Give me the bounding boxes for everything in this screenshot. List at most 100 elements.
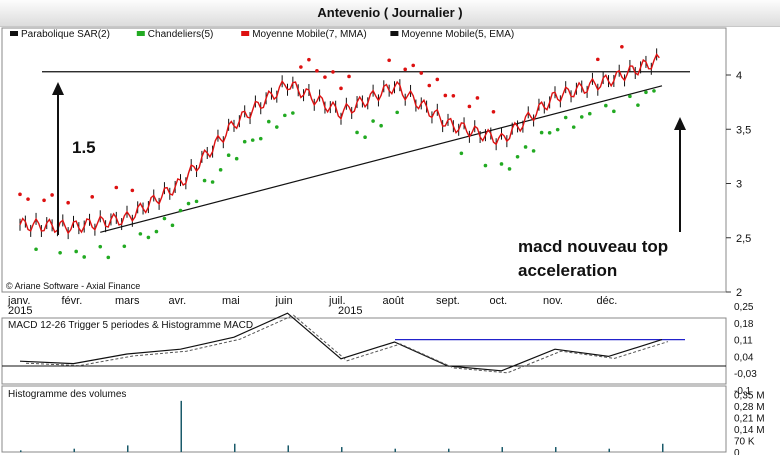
volume-bar bbox=[555, 447, 557, 452]
volume-tick-label: 0,28 M bbox=[734, 402, 765, 413]
volume-bar bbox=[448, 448, 450, 452]
chandelier-dot bbox=[202, 178, 207, 183]
sar-dot bbox=[26, 197, 30, 201]
chandelier-dot bbox=[612, 109, 616, 114]
legend-label: Moyenne Mobile(5, EMA) bbox=[401, 29, 514, 40]
x-tick-label: avr. bbox=[169, 295, 187, 307]
y-tick-label: 3 bbox=[736, 179, 742, 191]
chandelier-dot bbox=[555, 127, 560, 132]
chandelier-dot bbox=[186, 201, 191, 206]
volume-label: Histogramme des volumes bbox=[8, 389, 126, 400]
legend-swatch bbox=[10, 31, 18, 36]
sar-dot bbox=[339, 86, 343, 91]
chandelier-dot bbox=[499, 162, 504, 166]
volume-bar bbox=[234, 443, 236, 452]
sar-dot bbox=[427, 83, 432, 88]
volume-tick-label: 0,35 M bbox=[734, 390, 765, 401]
sar-dot bbox=[387, 58, 391, 63]
chart-root: Antevenio ( Journalier ) 4 3,5 3 2,5 2 janv. f… bbox=[0, 0, 780, 455]
x-tick-label: août bbox=[383, 295, 404, 307]
chandelier-dot bbox=[275, 125, 279, 129]
right-annotation-line1: macd nouveau top bbox=[518, 237, 668, 256]
y-tick-label: 3,5 bbox=[736, 124, 751, 136]
chandelier-dot bbox=[234, 156, 239, 161]
volume-bar bbox=[20, 450, 22, 452]
macd-tick-label: 0,11 bbox=[734, 336, 753, 347]
volume-bar bbox=[127, 445, 129, 452]
chandelier-dot bbox=[587, 111, 592, 116]
volume-bar bbox=[287, 445, 289, 452]
x-tick-label: mars bbox=[115, 295, 140, 307]
volume-bar bbox=[180, 400, 182, 452]
chandelier-dot bbox=[539, 130, 544, 135]
chandelier-dot bbox=[170, 223, 175, 228]
chandelier-dot bbox=[604, 103, 608, 108]
legend-swatch bbox=[241, 31, 250, 36]
y-tick-label: 2 bbox=[736, 287, 742, 299]
volume-tick-label: 0,14 M bbox=[734, 425, 765, 436]
chandelier-dot bbox=[242, 139, 247, 144]
sar-dot bbox=[435, 77, 440, 82]
macd-tick-label: 0,25 bbox=[734, 302, 754, 313]
chandelier-dot bbox=[106, 255, 111, 260]
chandelier-dot bbox=[579, 115, 584, 119]
sar-dot bbox=[467, 104, 472, 109]
chandelier-dot bbox=[363, 135, 367, 140]
volume-bar bbox=[394, 448, 396, 452]
chandelier-dot bbox=[652, 89, 656, 93]
right-annotation-line2: acceleration bbox=[518, 261, 617, 280]
chandelier-dot bbox=[515, 154, 520, 159]
sar-dot bbox=[475, 96, 480, 100]
sar-dot bbox=[50, 193, 54, 197]
sar-dot bbox=[299, 65, 303, 69]
chandelier-dot bbox=[371, 119, 375, 123]
x-tick-label: nov. bbox=[543, 295, 563, 307]
sar-dot bbox=[323, 75, 327, 79]
x-year-label: 2015 bbox=[338, 305, 362, 317]
chandelier-dot bbox=[531, 149, 536, 153]
sar-dot bbox=[451, 94, 456, 98]
macd-tick-label: 0,04 bbox=[734, 352, 754, 363]
chandelier-dot bbox=[395, 110, 399, 115]
y-tick-label: 4 bbox=[736, 70, 742, 82]
sar-dot bbox=[620, 44, 624, 49]
left-annotation: 1.5 bbox=[72, 138, 96, 157]
y-tick-label: 2,5 bbox=[736, 233, 751, 245]
chandelier-dot bbox=[507, 167, 512, 171]
x-tick-label: déc. bbox=[597, 295, 618, 307]
chandelier-dot bbox=[563, 115, 568, 120]
chandelier-dot bbox=[138, 232, 143, 236]
chandelier-dot bbox=[122, 244, 127, 249]
macd-label: MACD 12-26 Trigger 5 periodes & Histogra… bbox=[8, 320, 253, 331]
chandelier-dot bbox=[547, 130, 552, 135]
sar-dot bbox=[42, 198, 46, 203]
sar-dot bbox=[596, 57, 600, 62]
chandelier-dot bbox=[210, 180, 215, 184]
legend-swatch bbox=[136, 31, 145, 36]
chandelier-dot bbox=[283, 113, 287, 118]
chandelier-dot bbox=[34, 247, 38, 252]
sar-dot bbox=[307, 57, 311, 62]
sar-dot bbox=[411, 63, 416, 68]
chandelier-dot bbox=[459, 151, 464, 156]
sar-dot bbox=[443, 93, 448, 98]
chandelier-dot bbox=[379, 123, 383, 128]
chandelier-dot bbox=[194, 199, 199, 204]
volume-bar bbox=[73, 448, 75, 452]
sar-dot bbox=[403, 67, 408, 72]
chandelier-dot bbox=[355, 130, 359, 135]
chandelier-dot bbox=[628, 94, 632, 99]
chandelier-dot bbox=[98, 244, 103, 249]
chandelier-dot bbox=[571, 125, 576, 129]
volume-tick-label: 70 K bbox=[734, 436, 755, 447]
volume-bar bbox=[662, 443, 664, 452]
sar-dot bbox=[18, 192, 22, 197]
macd-tick-label: -0,03 bbox=[734, 369, 757, 380]
sar-dot bbox=[130, 188, 135, 193]
chandelier-dot bbox=[266, 119, 271, 124]
chandelier-dot bbox=[74, 249, 78, 254]
sar-dot bbox=[315, 68, 319, 73]
x-tick-label: févr. bbox=[62, 295, 83, 307]
chandelier-dot bbox=[154, 229, 159, 234]
legend-label: Parabolique SAR(2) bbox=[21, 29, 110, 40]
